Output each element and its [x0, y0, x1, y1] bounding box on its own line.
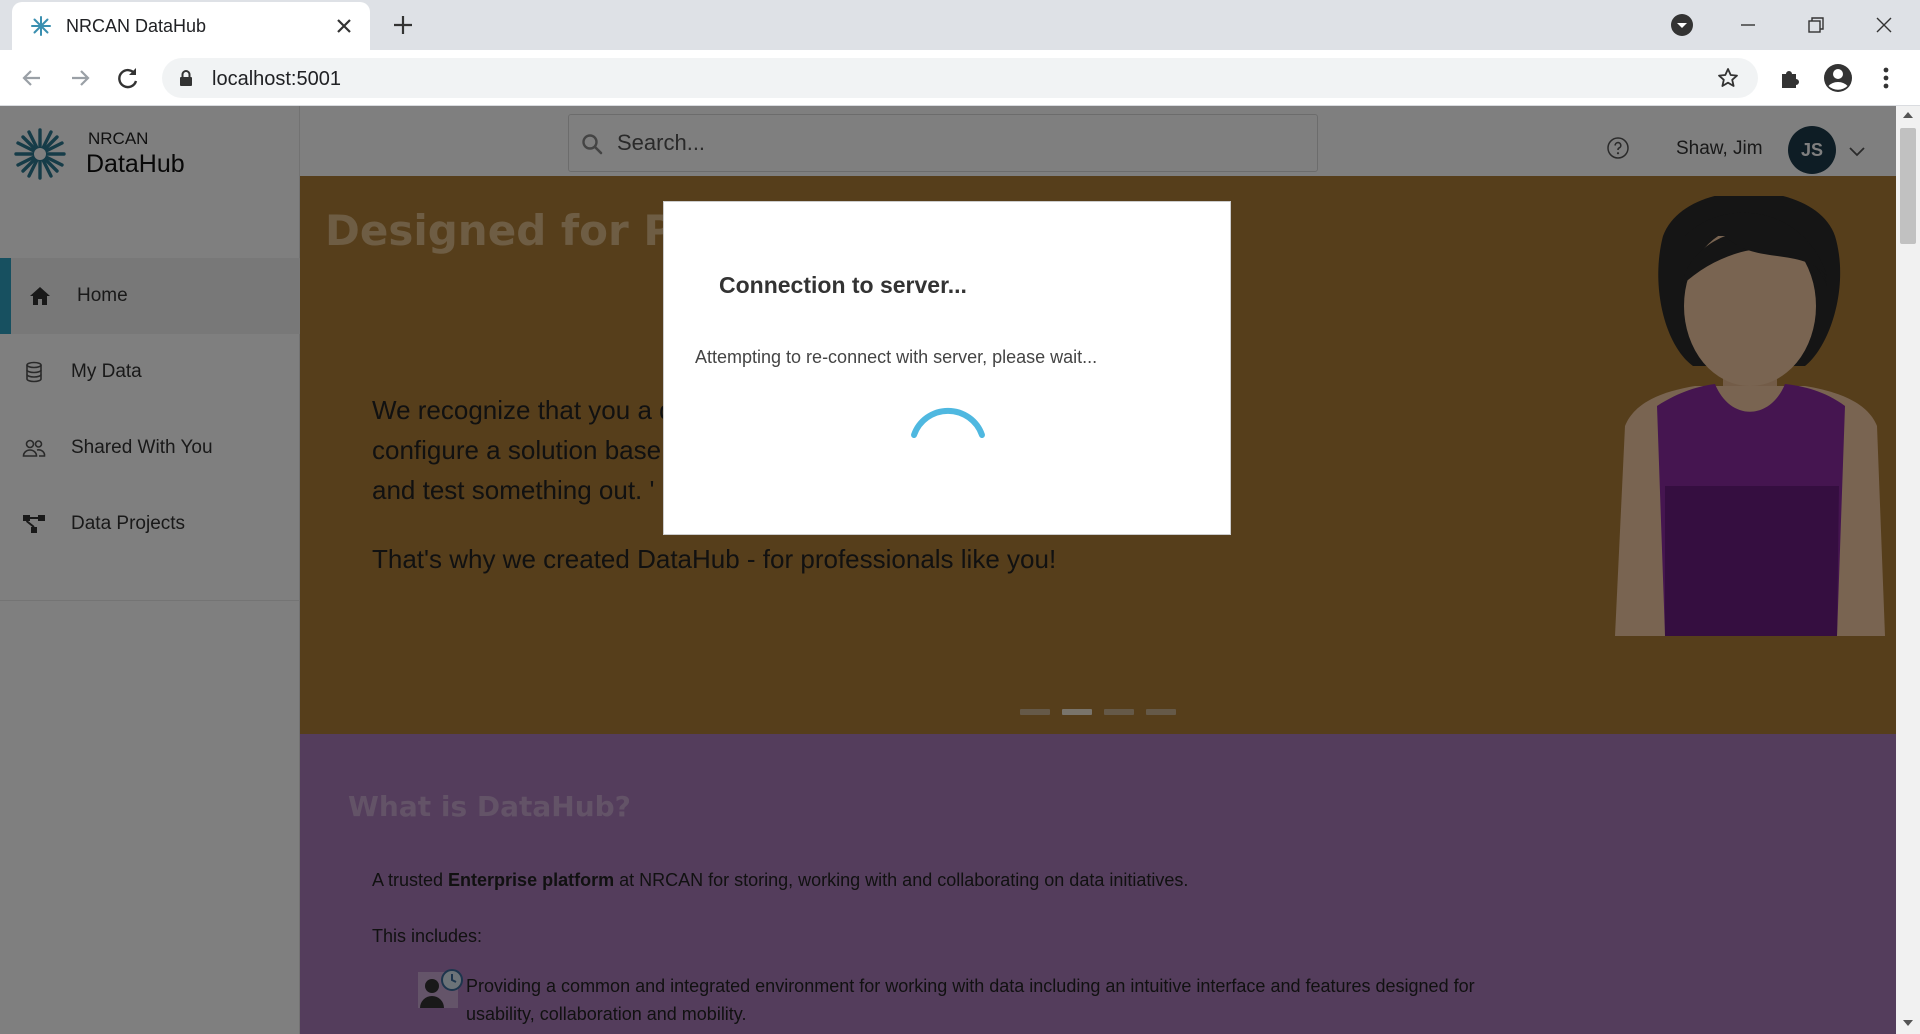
back-icon[interactable] — [16, 62, 48, 94]
close-window-icon[interactable] — [1869, 10, 1899, 40]
scroll-down-icon[interactable] — [1902, 1018, 1914, 1028]
tab-search-icon[interactable] — [1667, 10, 1697, 40]
profile-icon[interactable] — [1822, 62, 1854, 94]
dialog-message: Attempting to re-connect with server, pl… — [695, 347, 1098, 367]
browser-menu-icon[interactable] — [1870, 62, 1902, 94]
address-bar[interactable]: localhost:5001 — [162, 58, 1758, 98]
bookmark-star-icon[interactable] — [1716, 66, 1740, 90]
browser-tab[interactable]: NRCAN DataHub — [12, 2, 370, 50]
page-scrollbar[interactable] — [1896, 106, 1920, 1034]
restore-icon[interactable] — [1801, 10, 1831, 40]
lock-icon — [180, 70, 192, 86]
close-tab-icon[interactable] — [332, 14, 356, 38]
datahub-favicon-icon — [31, 16, 51, 36]
url-text: localhost:5001 — [212, 68, 341, 90]
extensions-puzzle-icon[interactable] — [1774, 62, 1806, 94]
datahub-app: NRCAN DataHub Home My Data — [0, 106, 1920, 1034]
reload-icon[interactable] — [112, 62, 144, 94]
dialog-title: Connection to server... — [719, 272, 967, 298]
browser-tabstrip: NRCAN DataHub — [0, 0, 1920, 50]
minimize-icon[interactable] — [1733, 10, 1763, 40]
scroll-up-icon[interactable] — [1902, 110, 1914, 120]
tab-title: NRCAN DataHub — [66, 16, 207, 36]
browser-toolbar: localhost:5001 — [0, 50, 1920, 106]
loading-spinner-icon — [911, 407, 985, 438]
reconnect-dialog: Connection to server... Attempting to re… — [663, 201, 1231, 535]
forward-icon[interactable] — [64, 62, 96, 94]
scroll-thumb[interactable] — [1900, 128, 1916, 244]
new-tab-icon[interactable] — [390, 12, 416, 38]
